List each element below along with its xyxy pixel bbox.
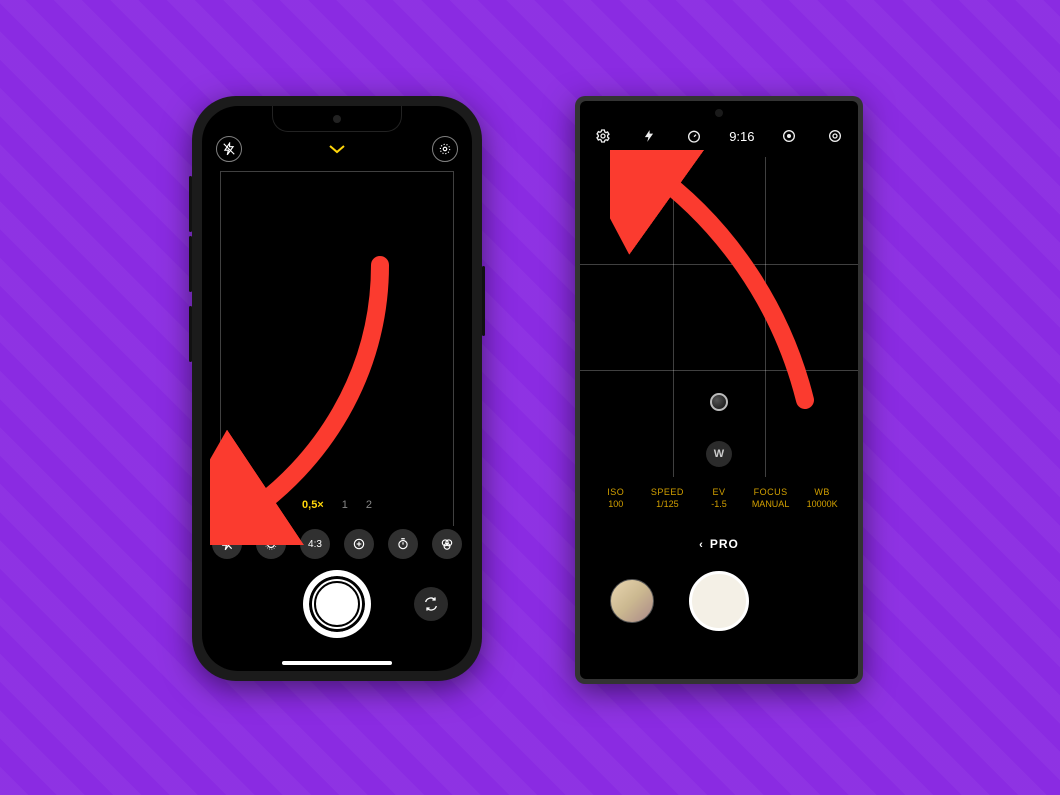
iphone-device: 0,5× 1 2 4:3 — [192, 96, 482, 681]
timer-icon[interactable] — [388, 529, 418, 559]
filters-icon[interactable] — [432, 529, 462, 559]
param-ev[interactable]: EV -1.5 — [693, 487, 745, 509]
viewfinder-grid — [580, 157, 858, 477]
aspect-display[interactable]: 9:16 — [729, 129, 754, 144]
pro-params-row: ISO 100 SPEED 1/125 EV -1.5 FOCUS MANUAL… — [590, 487, 848, 509]
settings-icon[interactable] — [592, 125, 614, 147]
zoom-0.5x[interactable]: 0,5× — [302, 499, 324, 511]
exposure-icon[interactable] — [344, 529, 374, 559]
samsung-bottom-bar — [580, 561, 858, 671]
aspect-ratio-button[interactable]: 4:3 — [300, 529, 330, 559]
lens-wide-button[interactable]: W — [706, 441, 732, 467]
more-options-icon[interactable] — [824, 125, 846, 147]
iphone-camera-screen: 0,5× 1 2 4:3 — [202, 106, 472, 671]
shutter-button[interactable] — [306, 573, 368, 635]
camera-mode[interactable]: ‹ PRO — [580, 537, 858, 551]
viewfinder-frame — [220, 171, 454, 526]
shutter-button[interactable] — [689, 571, 749, 631]
aspect-ratio-label: 4:3 — [308, 539, 322, 550]
mode-label: PRO — [710, 537, 739, 551]
param-wb[interactable]: WB 10000K — [796, 487, 848, 509]
iphone-notch — [272, 106, 402, 132]
flash-icon[interactable] — [638, 125, 660, 147]
flash-toggle-icon[interactable] — [212, 529, 242, 559]
samsung-top-bar: 9:16 — [592, 125, 846, 147]
zoom-selector[interactable]: 0,5× 1 2 — [202, 499, 472, 511]
tutorial-stage: 0,5× 1 2 4:3 — [0, 0, 1060, 795]
chevron-left-icon: ‹ — [699, 539, 704, 551]
metering-icon[interactable] — [778, 125, 800, 147]
zoom-1x[interactable]: 1 — [342, 499, 348, 511]
gallery-thumbnail[interactable] — [610, 579, 654, 623]
live-photo-icon[interactable] — [432, 136, 458, 162]
timer-icon[interactable] — [683, 125, 705, 147]
param-speed[interactable]: SPEED 1/125 — [642, 487, 694, 509]
home-indicator[interactable] — [282, 661, 392, 665]
iphone-top-bar — [216, 136, 458, 162]
zoom-2x[interactable]: 2 — [366, 499, 372, 511]
samsung-device: 9:16 W — [575, 96, 863, 684]
focus-point[interactable] — [710, 393, 728, 411]
camera-options-row: 4:3 — [212, 529, 462, 559]
samsung-camera-screen: 9:16 W — [580, 101, 858, 679]
punch-hole-camera — [715, 109, 723, 117]
chevron-down-icon[interactable] — [328, 143, 346, 155]
param-iso[interactable]: ISO 100 — [590, 487, 642, 509]
night-mode-icon[interactable] — [256, 529, 286, 559]
switch-camera-button[interactable] — [414, 587, 448, 621]
lens-label: W — [714, 448, 724, 460]
flash-off-icon[interactable] — [216, 136, 242, 162]
param-focus[interactable]: FOCUS MANUAL — [745, 487, 797, 509]
